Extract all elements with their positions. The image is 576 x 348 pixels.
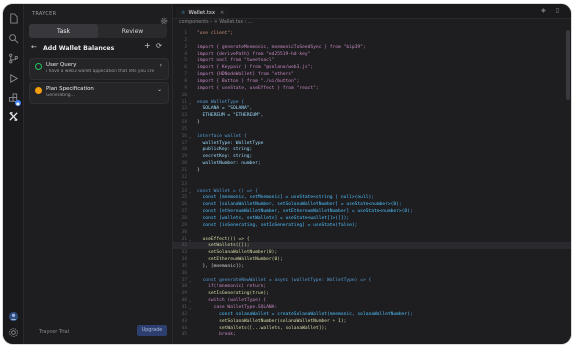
plan-label: Traycer Trial xyxy=(39,329,70,335)
code-line[interactable]: 45 break; xyxy=(173,331,571,338)
task-review-tabs: Task Review xyxy=(29,24,167,38)
traycer-icon[interactable] xyxy=(7,110,19,122)
code-text: break; xyxy=(197,332,236,338)
user-query-text: i have a web3 wallet application that le… xyxy=(46,69,154,74)
editor-tab-bar: ⚛ Wallet.tsx × ◈ ▯ xyxy=(173,4,571,19)
search-icon[interactable] xyxy=(7,32,19,44)
activity-bar: ● xyxy=(3,4,24,344)
upgrade-button[interactable]: Upgrade xyxy=(137,325,167,336)
run-debug-icon[interactable] xyxy=(7,72,19,84)
extensions-icon[interactable]: ● xyxy=(7,92,21,106)
files-icon[interactable] xyxy=(7,12,19,24)
scrollbar[interactable] xyxy=(566,30,570,100)
user-query-card[interactable]: User Query i have a web3 wallet applicat… xyxy=(29,58,169,80)
extensions-badge-icon: ● xyxy=(15,100,21,106)
close-tab-icon[interactable]: × xyxy=(220,10,224,16)
code-editor: ⚛ Wallet.tsx × ◈ ▯ components › ⚛ Wallet… xyxy=(173,4,571,344)
account-icon[interactable] xyxy=(7,310,19,322)
editor-actions-icon[interactable]: ◈ ▯ xyxy=(541,7,563,14)
user-query-title: User Query xyxy=(46,62,77,68)
plan-specification-card[interactable]: Plan Specification Generating... ⌄ xyxy=(29,82,169,104)
breadcrumb[interactable]: components › ⚛ Wallet.tsx › ... xyxy=(179,20,253,25)
line-number: 45 xyxy=(181,332,187,338)
react-file-icon: ⚛ xyxy=(181,9,186,16)
chevron-down-icon[interactable]: ⌄ xyxy=(157,86,162,93)
panel-title: TRAYCER xyxy=(32,11,57,17)
tab-task[interactable]: Task xyxy=(29,24,98,38)
editor-tab-wallet[interactable]: ⚛ Wallet.tsx × xyxy=(176,7,230,18)
settings-gear-icon[interactable] xyxy=(160,10,168,25)
plan-spec-title: Plan Specification xyxy=(46,86,94,92)
add-icon[interactable]: + xyxy=(144,41,151,50)
back-arrow-icon[interactable]: ← xyxy=(31,43,37,51)
history-icon[interactable]: ⟳ xyxy=(156,42,162,50)
plan-spec-status: Generating... xyxy=(46,93,75,98)
tab-review[interactable]: Review xyxy=(98,24,167,38)
editor-tab-label: Wallet.tsx xyxy=(188,9,216,16)
code-area[interactable]: 1 "use client"; 2 3 import { generateMnemoni… xyxy=(173,30,571,344)
in-progress-icon xyxy=(35,87,42,94)
check-circle-icon xyxy=(35,63,42,70)
source-control-icon[interactable] xyxy=(7,52,19,64)
manage-gear-icon[interactable] xyxy=(7,326,19,338)
traycer-panel: TRAYCER Task Review ← Add Wallet Balance… xyxy=(24,4,173,344)
app-window: ● TRAYCER Task Review ← Add Wallet Balan… xyxy=(3,4,571,344)
task-title: Add Wallet Balances xyxy=(43,44,115,52)
chevron-right-icon[interactable]: › xyxy=(160,62,162,69)
task-header: ← Add Wallet Balances + ⟳ xyxy=(29,41,167,54)
